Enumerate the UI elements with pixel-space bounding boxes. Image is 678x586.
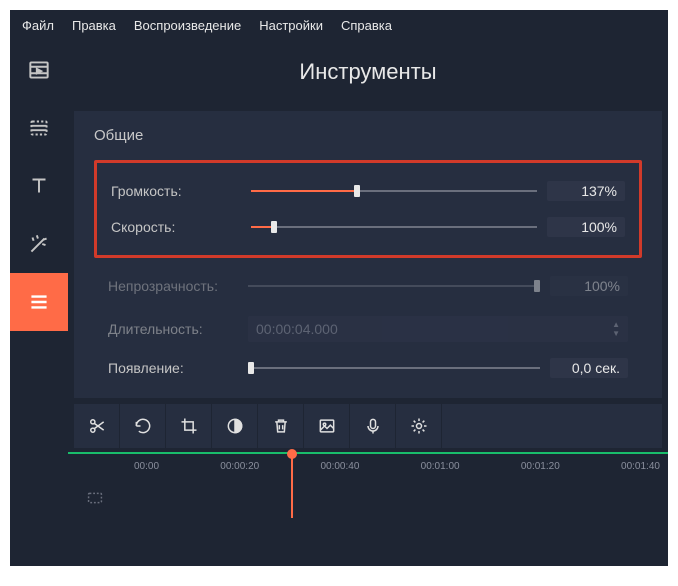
text-icon — [26, 173, 52, 199]
tick: 00:01:20 — [521, 461, 560, 472]
label-duration: Длительность: — [108, 321, 238, 337]
menu-edit[interactable]: Правка — [72, 18, 116, 33]
value-opacity: 100% — [550, 276, 628, 296]
wand-icon — [26, 231, 52, 257]
image-icon — [317, 416, 337, 436]
input-duration: 00:00:04.000 ▲▼ — [248, 316, 628, 342]
contrast-icon — [225, 416, 245, 436]
value-volume[interactable]: 137% — [547, 181, 625, 201]
gear-icon — [409, 416, 429, 436]
row-speed: Скорость: 100% — [111, 209, 625, 245]
tick: 00:01:40 — [621, 461, 660, 472]
app-window: Файл Правка Воспроизведение Настройки Сп… — [10, 10, 668, 566]
tool-image[interactable] — [304, 404, 350, 448]
label-fadein: Появление: — [108, 360, 238, 376]
tick: 00:00:20 — [220, 461, 259, 472]
tick: 00:00:40 — [320, 461, 359, 472]
timeline-toolbar — [74, 404, 662, 448]
track-video-icon — [84, 487, 106, 514]
row-duration: Длительность: 00:00:04.000 ▲▼ — [108, 308, 628, 350]
menu-icon — [26, 289, 52, 315]
film-icon — [26, 57, 52, 83]
tool-color[interactable] — [212, 404, 258, 448]
tool-cut[interactable] — [74, 404, 120, 448]
label-speed: Скорость: — [111, 219, 241, 235]
row-volume: Громкость: 137% — [111, 173, 625, 209]
menu-file[interactable]: Файл — [22, 18, 54, 33]
panel-body: Общие Громкость: 137% Скорость: — [74, 111, 662, 398]
menu-playback[interactable]: Воспроизведение — [134, 18, 241, 33]
menu-help[interactable]: Справка — [341, 18, 392, 33]
value-speed[interactable]: 100% — [547, 217, 625, 237]
row-fadein: Появление: 0,0 сек. — [108, 350, 628, 386]
clip-icon — [26, 115, 52, 141]
slider-fadein[interactable] — [248, 367, 540, 369]
sidebar-item-effects[interactable] — [10, 215, 68, 273]
tool-settings[interactable] — [396, 404, 442, 448]
playhead[interactable] — [291, 452, 293, 518]
sidebar-item-tools[interactable] — [10, 273, 68, 331]
spinner-icon: ▲▼ — [612, 320, 620, 338]
menu-settings[interactable]: Настройки — [259, 18, 323, 33]
main-panel: Инструменты Общие Громкость: 137% Скорос… — [68, 41, 668, 563]
crop-icon — [179, 416, 199, 436]
value-fadein[interactable]: 0,0 сек. — [550, 358, 628, 378]
highlight-box: Громкость: 137% Скорость: 100% — [94, 160, 642, 258]
label-opacity: Непрозрачность: — [108, 278, 238, 294]
slider-speed[interactable] — [251, 226, 537, 228]
sidebar-item-media[interactable] — [10, 41, 68, 99]
timeline-track[interactable] — [68, 478, 668, 522]
scissors-icon — [87, 416, 107, 436]
tick: 00:00 — [134, 461, 159, 472]
mic-icon — [363, 416, 383, 436]
tool-delete[interactable] — [258, 404, 304, 448]
tool-rotate[interactable] — [120, 404, 166, 448]
panel-title: Инструменты — [68, 41, 668, 111]
row-opacity: Непрозрачность: 100% — [108, 268, 628, 304]
slider-opacity — [248, 285, 540, 287]
label-volume: Громкость: — [111, 183, 241, 199]
sidebar-item-filters[interactable] — [10, 99, 68, 157]
timeline-ruler[interactable]: 00:00 00:00:20 00:00:40 00:01:00 00:01:2… — [68, 452, 668, 478]
sidebar — [10, 41, 68, 563]
rotate-icon — [133, 416, 153, 436]
menubar: Файл Правка Воспроизведение Настройки Сп… — [10, 10, 668, 41]
tool-record[interactable] — [350, 404, 396, 448]
tick: 00:01:00 — [421, 461, 460, 472]
sidebar-item-titles[interactable] — [10, 157, 68, 215]
slider-volume[interactable] — [251, 190, 537, 192]
trash-icon — [271, 416, 291, 436]
tool-crop[interactable] — [166, 404, 212, 448]
section-title: Общие — [94, 127, 642, 144]
